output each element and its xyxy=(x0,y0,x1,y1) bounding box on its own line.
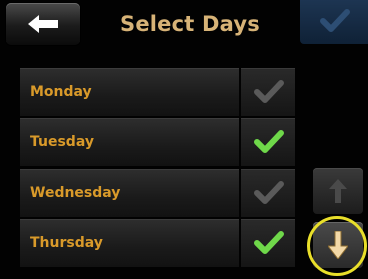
day-row-tuesday[interactable]: Tuesday xyxy=(20,118,239,166)
highlight-circle xyxy=(307,216,367,276)
scroll-up-button[interactable] xyxy=(313,168,363,214)
day-checkbox-tuesday[interactable] xyxy=(241,118,295,166)
day-checkbox-wednesday[interactable] xyxy=(241,169,295,217)
day-row-wednesday[interactable]: Wednesday xyxy=(20,169,239,217)
day-checkbox-thursday[interactable] xyxy=(241,219,295,267)
day-label: Monday xyxy=(30,84,92,100)
confirm-button[interactable] xyxy=(300,0,368,44)
back-button[interactable] xyxy=(6,3,80,45)
day-checkbox-monday[interactable] xyxy=(241,68,295,116)
day-label: Tuesday xyxy=(30,134,94,150)
select-days-screen: Select Days Monday Tuesday Wednesday Thu… xyxy=(0,0,368,279)
day-row-thursday[interactable]: Thursday xyxy=(20,219,239,267)
page-title: Select Days xyxy=(120,12,260,36)
day-row-monday[interactable]: Monday xyxy=(20,68,239,116)
day-label: Thursday xyxy=(30,235,103,251)
day-label: Wednesday xyxy=(30,185,121,201)
